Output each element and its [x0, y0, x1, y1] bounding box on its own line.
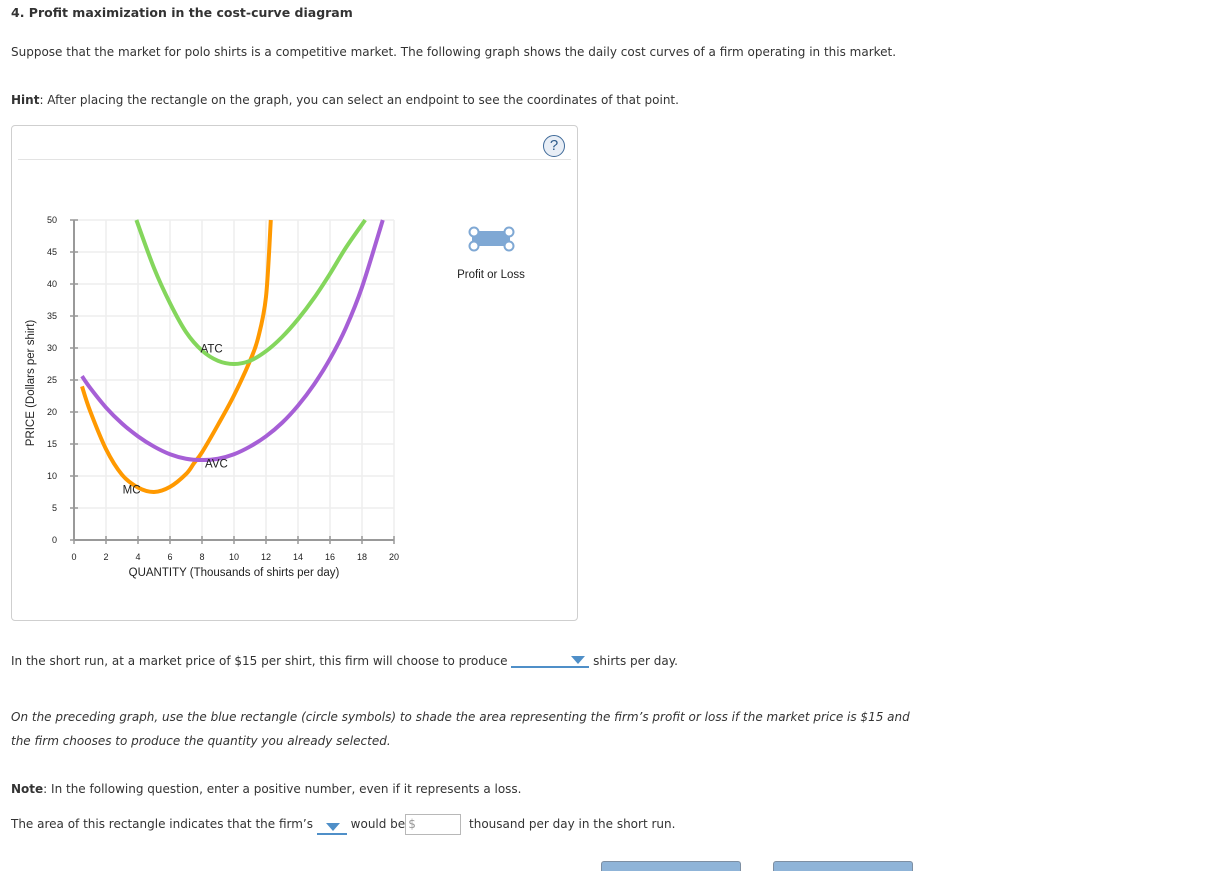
- q1-suffix: shirts per day.: [593, 654, 678, 668]
- dropdown-arrow-icon: [325, 823, 340, 831]
- dropdown-arrow-icon: [571, 656, 586, 664]
- note-text: Note: In the following question, enter a…: [11, 782, 521, 796]
- profit-loss-dropdown[interactable]: [316, 817, 347, 835]
- x-tick-label: 4: [135, 552, 140, 562]
- x-axis-label: QUANTITY (Thousands of shirts per day): [129, 567, 340, 579]
- q3-prefix: The area of this rectangle indicates tha…: [11, 817, 313, 831]
- x-tick-label: 0: [71, 552, 76, 562]
- note-label: Note: [11, 782, 44, 796]
- x-tick-label: 10: [229, 552, 239, 562]
- q2-line1: On the preceding graph, use the blue rec…: [11, 710, 910, 724]
- y-tick-label: 45: [47, 247, 57, 257]
- x-tick-label: 6: [167, 552, 172, 562]
- q1-prefix: In the short run, at a market price of $…: [11, 654, 508, 668]
- profit-or-loss-label: Profit or Loss: [457, 269, 525, 281]
- q3-suffix: thousand per day in the short run.: [469, 817, 676, 831]
- q3-middle: would be: [350, 817, 406, 831]
- currency-symbol: $: [408, 817, 416, 831]
- y-tick-label: 20: [47, 407, 57, 417]
- curve-label-avc: AVC: [205, 459, 228, 471]
- y-tick-label: 25: [47, 375, 57, 385]
- note-body: : In the following question, enter a pos…: [43, 782, 522, 796]
- x-tick-label: 12: [261, 552, 271, 562]
- chart-axes: 0 2 4 6 8 10 12 14 16 18 20 0 5 10 15 20 25 30 35 40 45 50: [47, 215, 399, 562]
- x-tick-label: 8: [199, 552, 204, 562]
- q2-line2: the firm chooses to produce the quantity…: [11, 734, 391, 748]
- y-tick-label: 5: [52, 503, 57, 513]
- rect-handle-icon[interactable]: [468, 240, 480, 252]
- chart-curves: [80, 218, 385, 494]
- rect-handle-icon[interactable]: [503, 240, 515, 252]
- rect-handle-icon[interactable]: [468, 226, 480, 238]
- x-tick-label: 16: [325, 552, 335, 562]
- x-tick-label: 20: [389, 552, 399, 562]
- y-tick-label: 30: [47, 343, 57, 353]
- cost-curve-chart: 0 2 4 6 8 10 12 14 16 18 20 0 5 10 15 20 25 30 35 40 45 50 MC…: [25, 215, 525, 579]
- x-tick-label: 2: [103, 552, 108, 562]
- q1-row: In the short run, at a market price of $…: [11, 650, 678, 668]
- curve-label-atc: ATC: [201, 343, 223, 355]
- rect-handle-icon[interactable]: [503, 226, 515, 238]
- y-tick-label: 0: [52, 535, 57, 545]
- q3-row: The area of this rectangle indicates tha…: [11, 814, 675, 835]
- profit-or-loss-tool[interactable]: [468, 226, 515, 252]
- x-tick-label: 18: [357, 552, 367, 562]
- y-tick-label: 15: [47, 439, 57, 449]
- y-tick-label: 35: [47, 311, 57, 321]
- y-tick-label: 40: [47, 279, 57, 289]
- y-tick-label: 10: [47, 471, 57, 481]
- amount-input[interactable]: $: [405, 814, 462, 835]
- quantity-dropdown[interactable]: [511, 650, 590, 668]
- x-tick-label: 14: [293, 552, 303, 562]
- y-axis-label: PRICE (Dollars per shirt): [25, 320, 37, 447]
- y-tick-label: 50: [47, 215, 57, 225]
- curve-label-mc: MC: [123, 484, 141, 496]
- curve-avc: [80, 219, 385, 463]
